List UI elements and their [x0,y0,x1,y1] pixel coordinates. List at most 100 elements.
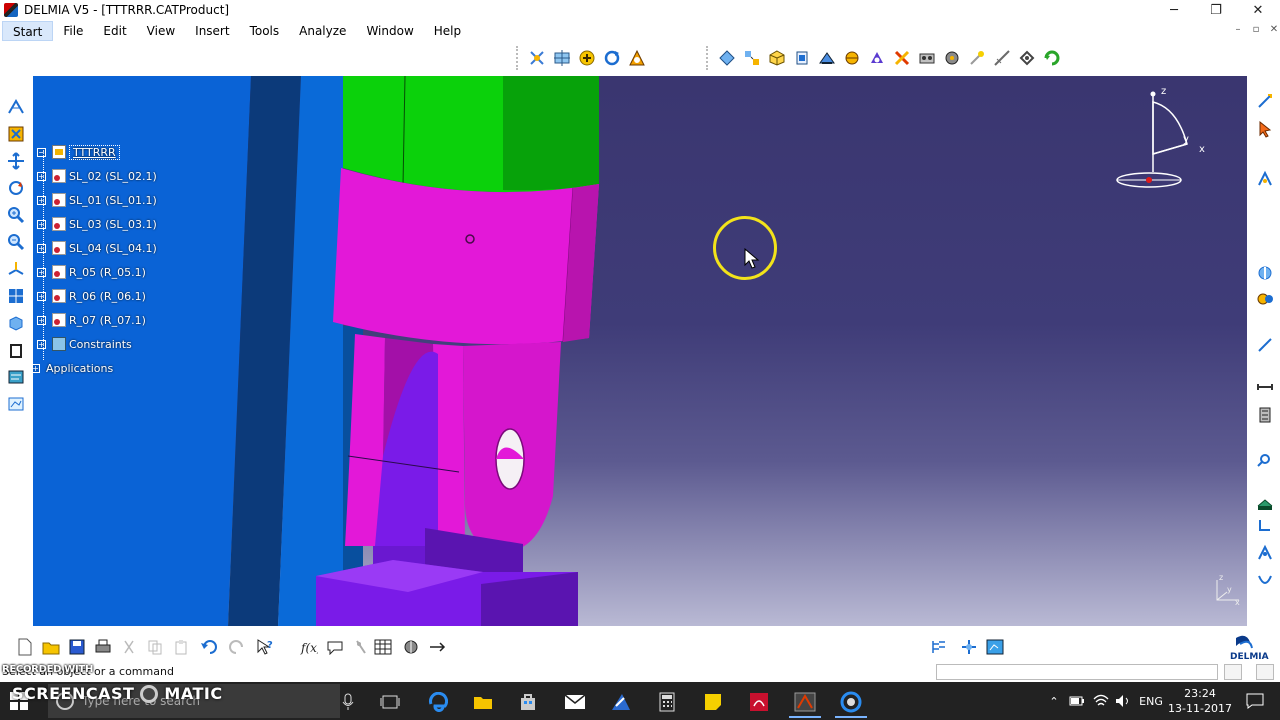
tree-item-sl-04[interactable]: + SL_04 (SL_04.1) [37,236,157,260]
acrobat-icon[interactable] [739,686,779,718]
capture-icon[interactable] [984,636,1006,658]
select-icon[interactable] [1254,118,1276,140]
action-center-icon[interactable] [1240,682,1270,720]
link-icon[interactable] [1254,514,1276,536]
knowledge-icon[interactable] [350,636,372,658]
mail-icon[interactable] [555,686,595,718]
menu-file[interactable]: File [53,21,93,41]
menu-help[interactable]: Help [424,21,471,41]
sketch-icon[interactable] [1254,90,1276,112]
menu-analyze[interactable]: Analyze [289,21,356,41]
tree-item-label[interactable]: Constraints [69,338,132,351]
dimension-icon[interactable] [1254,376,1276,398]
tree-item-constraints[interactable]: + Constraints [37,332,157,356]
restore-button[interactable]: ❐ [1194,0,1238,20]
tree-item-sl-03[interactable]: + SL_03 (SL_03.1) [37,212,157,236]
tree-item-label[interactable]: SL_04 (SL_04.1) [69,242,157,255]
material-icon[interactable] [941,47,963,69]
sheet-icon[interactable] [5,393,27,415]
tree-expand-toggle[interactable]: + [37,243,46,253]
minimize-button[interactable]: ─ [1152,0,1196,20]
rotate-tool-icon[interactable] [5,177,27,199]
close-button[interactable]: ✕ [1236,0,1280,20]
tree-root-label[interactable]: TTTRRR [69,144,120,160]
tree-item-label[interactable]: Applications [46,362,113,375]
command-stop-button[interactable] [1224,664,1242,680]
zoom-out-icon[interactable] [5,231,27,253]
multi-view-icon[interactable] [741,47,763,69]
tree-item-label[interactable]: SL_01 (SL_01.1) [69,194,157,207]
tree-expand-toggle[interactable]: + [37,219,46,229]
tree-expand-toggle[interactable]: + [37,339,46,349]
3d-viewport[interactable]: − TTTRRR + SL_02 (SL_02.1) + SL_01 (SL_0… [33,76,1247,626]
wifi-icon[interactable] [1090,682,1112,720]
microphone-icon[interactable] [328,686,368,718]
iso-view-icon[interactable] [766,47,788,69]
fit-all-in-icon[interactable] [5,123,27,145]
tree-item-r-07[interactable]: + R_07 (R_07.1) [37,308,157,332]
tree-item-label[interactable]: SL_02 (SL_02.1) [69,170,157,183]
fastener-icon[interactable] [1254,404,1276,426]
joint-icon[interactable] [1254,448,1276,470]
measure-icon[interactable] [991,47,1013,69]
tree-expand-toggle[interactable]: + [37,267,46,277]
save-icon[interactable] [66,636,88,658]
battery-icon[interactable] [1066,682,1088,720]
formula-icon[interactable]: f(x) [298,636,320,658]
catalog-icon[interactable] [5,366,27,388]
tree-expand-toggle[interactable]: + [37,171,46,181]
menu-view[interactable]: View [137,21,185,41]
rotate-icon[interactable] [601,47,623,69]
render-style-icon[interactable] [916,47,938,69]
move-icon[interactable] [1254,168,1276,190]
update-icon[interactable] [1041,47,1063,69]
annotation-icon[interactable] [324,636,346,658]
fit-all-icon[interactable] [551,47,573,69]
command-info-button[interactable] [1256,664,1274,680]
compass-tool-icon[interactable] [5,96,27,118]
zoom-in-icon[interactable] [5,204,27,226]
bin-icon[interactable] [5,339,27,361]
snap-icon[interactable] [1254,262,1276,284]
tree-expand-toggle[interactable]: + [37,315,46,325]
tree-view-icon[interactable] [928,636,950,658]
tree-item-applications[interactable]: + Applications [33,356,157,380]
isometric-cube-icon[interactable] [5,312,27,334]
menu-start[interactable]: Start [2,21,54,41]
calculator-icon[interactable] [647,686,687,718]
tree-expand-toggle[interactable]: + [33,363,40,373]
mechanism-icon[interactable] [1254,288,1276,310]
menu-tools[interactable]: Tools [240,21,290,41]
tree-expand-toggle[interactable]: + [37,195,46,205]
sticky-notes-icon[interactable] [693,686,733,718]
tree-item-label[interactable]: R_07 (R_07.1) [69,314,146,327]
menu-edit[interactable]: Edit [93,21,136,41]
fly-mode-icon[interactable] [526,47,548,69]
tree-collapse-toggle[interactable]: − [37,147,46,157]
device-icon[interactable] [1254,492,1276,514]
line-tool-icon[interactable] [1254,334,1276,356]
tree-item-label[interactable]: R_05 (R_05.1) [69,266,146,279]
tree-item-r-06[interactable]: + R_06 (R_06.1) [37,284,157,308]
tree-item-r-05[interactable]: + R_05 (R_05.1) [37,260,157,284]
normal-to-icon[interactable] [5,258,27,280]
tree-item-label[interactable]: R_06 (R_06.1) [69,290,146,303]
swap-space-icon[interactable] [891,47,913,69]
menu-insert[interactable]: Insert [185,21,239,41]
task-view-icon[interactable] [370,686,410,718]
compass-widget[interactable]: z y x [1115,82,1225,192]
3d-model-scene[interactable] [33,76,1247,626]
front-view-icon[interactable] [791,47,813,69]
zoom-in-out-icon[interactable] [626,47,648,69]
new-file-icon[interactable] [14,636,36,658]
shading-icon[interactable] [816,47,838,69]
tree-item-sl-02[interactable]: + SL_02 (SL_02.1) [37,164,157,188]
pan-tool-icon[interactable] [5,150,27,172]
delmia-taskbar-icon[interactable] [785,686,825,718]
normal-view-icon[interactable] [716,47,738,69]
doc-minimize-button[interactable]: – [1230,24,1246,38]
menu-window[interactable]: Window [356,21,423,41]
analysis-icon[interactable] [1254,570,1276,592]
macro-icon[interactable] [426,636,448,658]
taskbar-clock[interactable]: 23:24 13-11-2017 [1168,686,1232,716]
